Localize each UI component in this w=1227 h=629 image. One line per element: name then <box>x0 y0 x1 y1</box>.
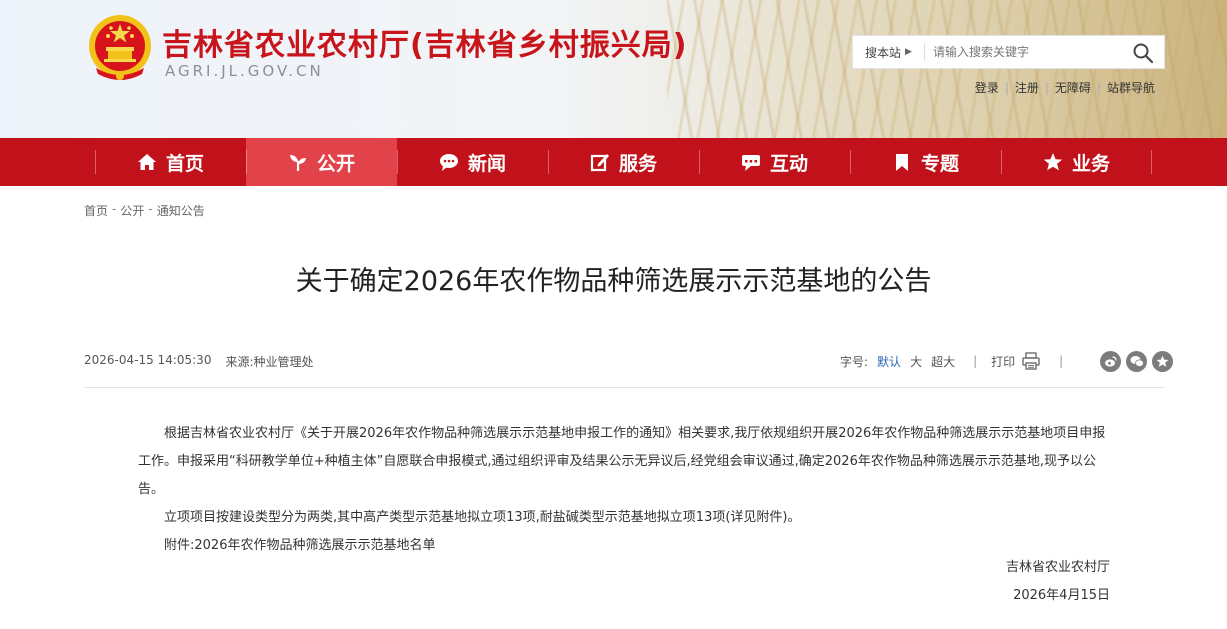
article-paragraph: 根据吉林省农业农村厅《关于开展2026年农作物品种筛选展示示范基地申报工作的通知… <box>138 426 1106 497</box>
star-icon <box>1043 153 1063 171</box>
meta-divider <box>84 387 1165 388</box>
tool-separator: | <box>973 354 978 368</box>
nav-item-label: 专题 <box>920 152 959 175</box>
printer-icon <box>1022 352 1040 370</box>
font-size-large[interactable]: 大 <box>910 353 922 370</box>
site-domain: AGRI.JL.GOV.CN <box>165 62 324 80</box>
breadcrumb-home[interactable]: 首页 <box>84 202 108 219</box>
source-value: 种业管理处 <box>253 355 314 369</box>
nav-item-label: 新闻 <box>467 152 506 175</box>
nav-item-home[interactable]: 首页 <box>95 138 246 186</box>
search-input[interactable] <box>925 45 1125 59</box>
search-box: 搜本站 ▶ <box>852 35 1165 69</box>
article-tools: 字号: 默认 大 超大 | 打印 | <box>840 348 1174 374</box>
wechat-share-icon[interactable] <box>1126 350 1148 372</box>
nav-item-topics[interactable]: 专题 <box>850 138 1001 186</box>
site-group-nav-link[interactable]: 站群导航 <box>1101 79 1161 96</box>
weibo-share-icon[interactable] <box>1100 350 1122 372</box>
article-body: 根据吉林省农业农村厅《关于开展2026年农作物品种筛选展示示范基地申报工作的通知… <box>138 420 1113 560</box>
favorite-star-icon[interactable] <box>1152 350 1174 372</box>
home-icon <box>137 154 156 170</box>
national-emblem-icon[interactable] <box>86 12 154 84</box>
nav-item-business[interactable]: 业务 <box>1001 138 1152 186</box>
print-button[interactable]: 打印 <box>991 351 1041 371</box>
breadcrumb-separator: - <box>112 202 117 216</box>
nav-item-label: 首页 <box>165 152 204 175</box>
header-wheat-background <box>667 0 1227 138</box>
article-paragraph: 立项项目按建设类型分为两类,其中高产类型示范基地拟立项13项,耐盐碱类型示范基地… <box>164 510 801 525</box>
nav-item-news[interactable]: 新闻 <box>397 138 548 186</box>
main-nav: 首页 公开 新闻 服务 互动 专题 业务 <box>0 138 1227 186</box>
accessibility-link[interactable]: 无障碍 <box>1049 79 1097 96</box>
share-buttons <box>1095 350 1174 372</box>
article-meta: 2026-04-15 14:05:30 来源: 种业管理处 <box>84 353 314 370</box>
signature-org: 吉林省农业农村厅 <box>1005 560 1110 575</box>
font-size-label: 字号: <box>840 354 869 369</box>
nav-item-service[interactable]: 服务 <box>548 138 699 186</box>
print-label: 打印 <box>991 354 1016 369</box>
chat-bubble-icon <box>439 154 458 171</box>
source-label: 来源: <box>225 355 254 369</box>
top-links: 登录 | 注册 | 无障碍 | 站群导航 <box>969 79 1161 96</box>
page-title: 关于确定2026年农作物品种筛选展示示范基地的公告 <box>295 266 932 297</box>
attachment-link[interactable]: 附件:2026年农作物品种筛选展示示范基地名单 <box>138 532 1113 560</box>
font-size-xlarge[interactable]: 超大 <box>931 353 955 370</box>
font-size-default[interactable]: 默认 <box>877 353 901 370</box>
nav-item-open[interactable]: 公开 <box>246 138 397 186</box>
nav-item-label: 互动 <box>769 152 808 175</box>
login-link[interactable]: 登录 <box>969 79 1005 96</box>
search-icon[interactable] <box>1132 42 1154 64</box>
breadcrumb-separator: - <box>148 202 153 216</box>
search-scope-label: 搜本站 <box>865 45 902 60</box>
edit-icon <box>590 154 609 172</box>
tool-separator: | <box>1059 354 1064 368</box>
caret-right-icon: ▶ <box>905 47 912 57</box>
site-header: 吉林省农业农村厅(吉林省乡村振兴局) AGRI.JL.GOV.CN 搜本站 ▶ … <box>0 0 1227 138</box>
nav-item-label: 公开 <box>316 152 355 175</box>
sprout-icon <box>289 155 306 171</box>
signature-date: 2026年4月15日 <box>1013 588 1110 603</box>
register-link[interactable]: 注册 <box>1009 79 1045 96</box>
nav-item-interaction[interactable]: 互动 <box>699 138 850 186</box>
breadcrumb-notices[interactable]: 通知公告 <box>157 202 205 219</box>
breadcrumb-open[interactable]: 公开 <box>120 202 144 219</box>
breadcrumb: 首页 - 公开 - 通知公告 <box>84 202 205 219</box>
site-title[interactable]: 吉林省农业农村厅(吉林省乡村振兴局) <box>162 20 687 64</box>
chat-dots-icon <box>741 155 760 171</box>
search-scope-select[interactable]: 搜本站 ▶ <box>853 43 925 61</box>
bookmark-icon <box>895 154 908 171</box>
nav-item-label: 业务 <box>1071 152 1110 175</box>
nav-item-label: 服务 <box>618 152 657 175</box>
publish-date: 2026-04-15 14:05:30 <box>84 353 212 367</box>
